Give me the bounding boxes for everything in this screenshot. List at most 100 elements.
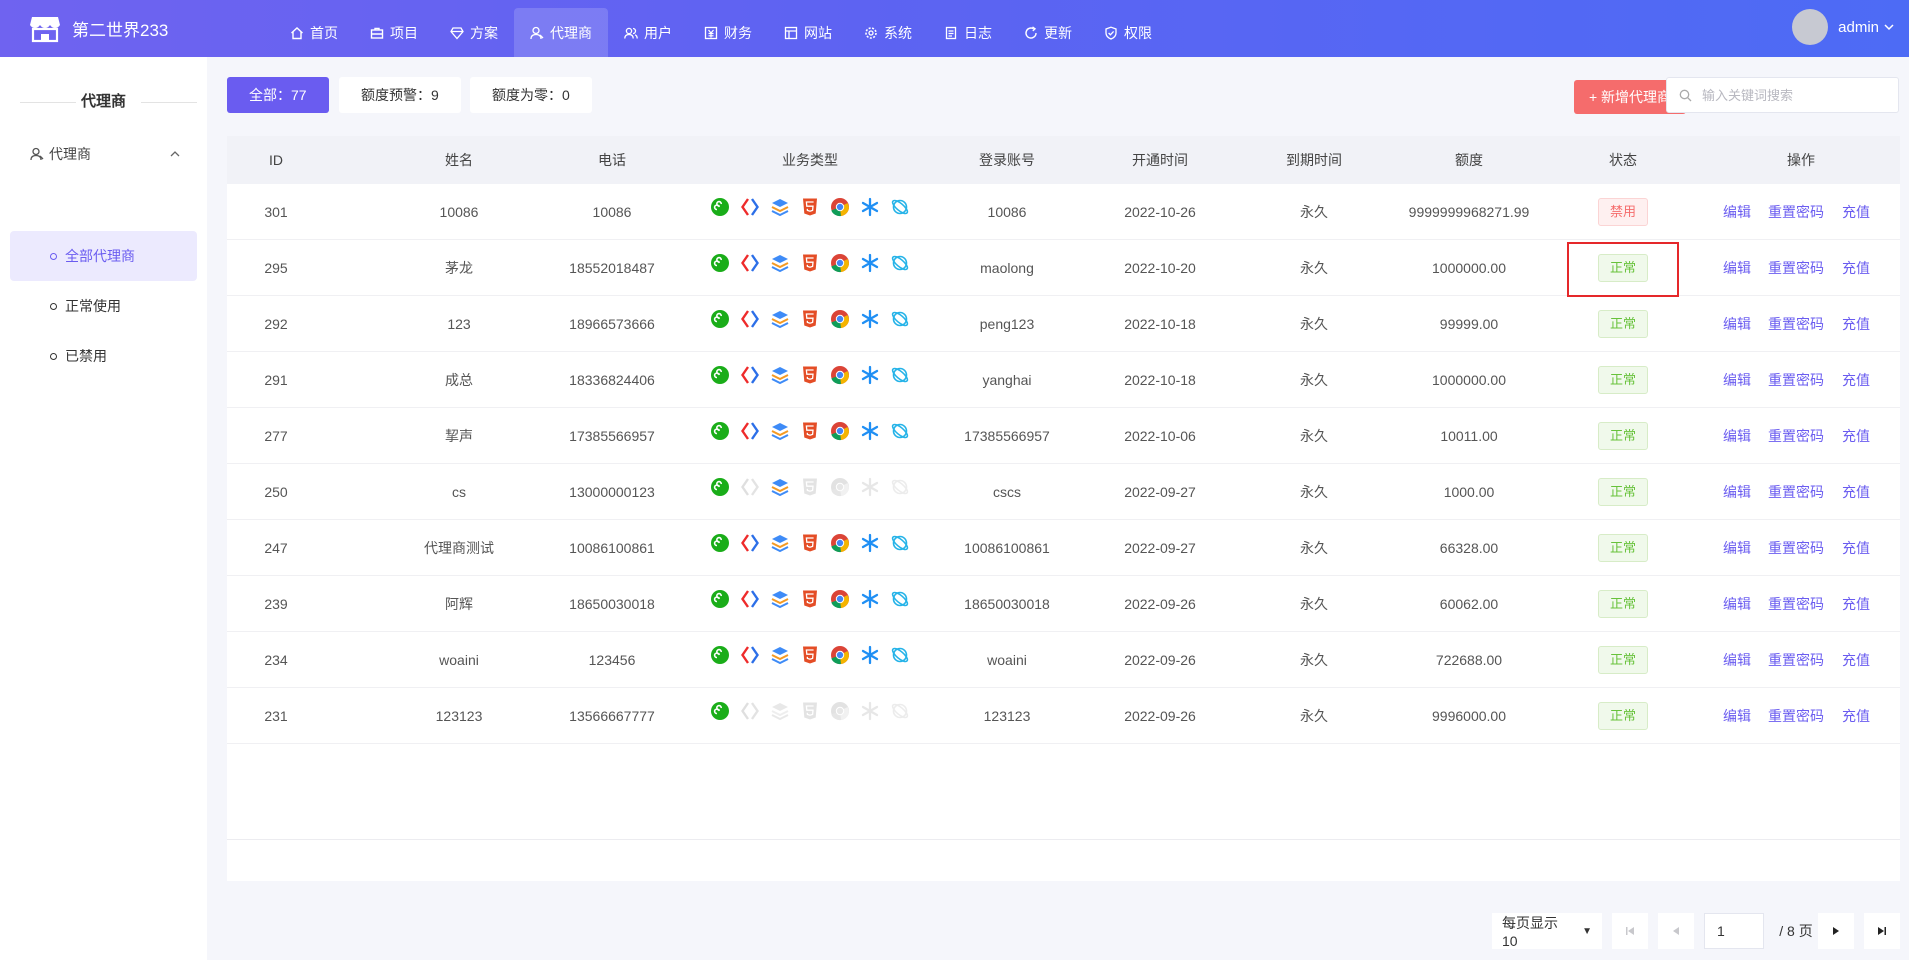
- column-header[interactable]: ID: [269, 136, 283, 184]
- nav-item-3[interactable]: 代理商: [514, 8, 608, 57]
- page-number-field[interactable]: [1704, 913, 1764, 949]
- chevron-up-icon: [170, 151, 180, 157]
- reset-password-button[interactable]: 重置密码: [1768, 688, 1824, 744]
- edit-button[interactable]: 编辑: [1723, 408, 1751, 464]
- reset-password-button[interactable]: 重置密码: [1768, 632, 1824, 688]
- recharge-button[interactable]: 充值: [1842, 632, 1870, 688]
- edit-button[interactable]: 编辑: [1723, 576, 1751, 632]
- filter-tab-1[interactable]: 额度预警：9: [339, 77, 461, 113]
- business-type-icons: [710, 477, 920, 497]
- cell-quota: 722688.00: [1435, 652, 1503, 668]
- prev-page-button[interactable]: [1658, 913, 1694, 949]
- recharge-button[interactable]: 充值: [1842, 688, 1870, 744]
- recharge-button[interactable]: 充值: [1842, 408, 1870, 464]
- filter-tab-0[interactable]: 全部：77: [227, 77, 329, 113]
- cell-expire: 永久: [1300, 260, 1328, 276]
- reset-password-button[interactable]: 重置密码: [1768, 408, 1824, 464]
- edit-button[interactable]: 编辑: [1723, 296, 1751, 352]
- filter-tab-2[interactable]: 额度为零：0: [470, 77, 592, 113]
- column-header[interactable]: 状态: [1609, 136, 1637, 184]
- recharge-button[interactable]: 充值: [1842, 184, 1870, 240]
- column-header[interactable]: 操作: [1787, 136, 1815, 184]
- cell-account: woaini: [987, 652, 1027, 668]
- nav-item-0[interactable]: 首页: [274, 8, 354, 57]
- recharge-button[interactable]: 充值: [1842, 240, 1870, 296]
- edit-button[interactable]: 编辑: [1723, 184, 1751, 240]
- miniprogram-icon: [711, 366, 729, 384]
- user-menu[interactable]: admin: [1792, 9, 1895, 45]
- search-box[interactable]: [1666, 77, 1899, 113]
- sidebar-item-2[interactable]: 已禁用: [10, 331, 197, 381]
- nav-item-4[interactable]: 用户: [608, 8, 688, 57]
- cell-open: 2022-10-06: [1124, 428, 1196, 444]
- cell-id: 277: [264, 428, 288, 444]
- table-row[interactable]: 292 123 18966573666 peng123 2022-10-18 永久 9999…: [227, 296, 1900, 352]
- sidebar-item-0[interactable]: 全部代理商: [10, 231, 197, 281]
- table-row[interactable]: 234 woaini 123456 woaini 2022-09-26 永久 722688.…: [227, 632, 1900, 688]
- cell-account: 17385566957: [964, 428, 1050, 444]
- asterisk-icon: [861, 477, 879, 497]
- column-header[interactable]: 业务类型: [782, 136, 838, 184]
- table-row[interactable]: 239 阿辉 18650030018 18650030018 2022-09-26 永久 6…: [227, 576, 1900, 632]
- avatar[interactable]: [1792, 9, 1829, 45]
- edit-button[interactable]: 编辑: [1723, 688, 1751, 744]
- table-row[interactable]: 250 cs 13000000123 cscs 2022-09-27 永久 1000.00 正…: [227, 464, 1900, 520]
- table-row[interactable]: 291 成总 18336824406 yanghai 2022-10-18 永久 10000…: [227, 352, 1900, 408]
- brand[interactable]: 第二世界233: [30, 12, 168, 44]
- reset-password-button[interactable]: 重置密码: [1768, 464, 1824, 520]
- recharge-button[interactable]: 充值: [1842, 464, 1870, 520]
- nav-item-9[interactable]: 更新: [1008, 8, 1088, 57]
- next-page-button[interactable]: [1818, 913, 1854, 949]
- nav-item-8[interactable]: 日志: [928, 8, 1008, 57]
- edit-button[interactable]: 编辑: [1723, 632, 1751, 688]
- table-row[interactable]: 247 代理商测试 10086100861 10086100861 2022-09-27…: [227, 520, 1900, 576]
- reset-password-button[interactable]: 重置密码: [1768, 576, 1824, 632]
- column-header[interactable]: 开通时间: [1132, 136, 1188, 184]
- edit-button[interactable]: 编辑: [1723, 240, 1751, 296]
- reset-password-button[interactable]: 重置密码: [1768, 240, 1824, 296]
- edit-button[interactable]: 编辑: [1723, 352, 1751, 408]
- users-icon: [624, 27, 638, 39]
- page-number-input[interactable]: [1717, 923, 1757, 939]
- sidebar-group-agents[interactable]: 代理商: [30, 139, 180, 169]
- reset-password-button[interactable]: 重置密码: [1768, 352, 1824, 408]
- column-header[interactable]: 姓名: [445, 136, 473, 184]
- nav-item-2[interactable]: 方案: [434, 8, 514, 57]
- edit-button[interactable]: 编辑: [1723, 520, 1751, 576]
- recharge-button[interactable]: 充值: [1842, 576, 1870, 632]
- recharge-button[interactable]: 充值: [1842, 296, 1870, 352]
- cell-name: 123123: [435, 708, 483, 724]
- circle-dot-icon: [50, 252, 57, 260]
- nav-item-5[interactable]: 财务: [688, 8, 768, 57]
- column-header[interactable]: 电话: [598, 136, 626, 184]
- page-size-select[interactable]: 每页显示 10 ▼: [1492, 913, 1602, 949]
- reset-password-button[interactable]: 重置密码: [1768, 520, 1824, 576]
- reset-password-button[interactable]: 重置密码: [1768, 184, 1824, 240]
- table-row[interactable]: 231 123123 13566667777 123123 2022-09-26 永久 99…: [227, 688, 1900, 744]
- recharge-button[interactable]: 充值: [1842, 520, 1870, 576]
- code-icon: [741, 590, 759, 608]
- table-row[interactable]: 277 挈声 17385566957 17385566957 2022-10-06 永久 1…: [227, 408, 1900, 464]
- cell-open: 2022-10-18: [1124, 316, 1196, 332]
- column-header[interactable]: 登录账号: [979, 136, 1035, 184]
- search-input[interactable]: [1702, 87, 1882, 103]
- nav-item-7[interactable]: 系统: [848, 8, 928, 57]
- planet-icon: [891, 311, 909, 327]
- table-row[interactable]: 301 10086 10086 10086 2022-10-26 永久 9999999968…: [227, 184, 1900, 240]
- nav-item-1[interactable]: 项目: [354, 8, 434, 57]
- reset-password-button[interactable]: 重置密码: [1768, 296, 1824, 352]
- last-page-button[interactable]: [1864, 913, 1900, 949]
- nav-item-6[interactable]: 网站: [768, 8, 848, 57]
- sidebar-item-1[interactable]: 正常使用: [10, 281, 197, 331]
- recharge-button[interactable]: 充值: [1842, 352, 1870, 408]
- nav-item-10[interactable]: 权限: [1088, 8, 1168, 57]
- cell-phone: 13000000123: [569, 484, 655, 500]
- html5-icon: [803, 478, 817, 496]
- edit-button[interactable]: 编辑: [1723, 464, 1751, 520]
- file-icon: [945, 26, 957, 39]
- cell-phone: 18336824406: [569, 372, 655, 388]
- column-header[interactable]: 到期时间: [1286, 136, 1342, 184]
- first-page-button[interactable]: [1612, 913, 1648, 949]
- column-header[interactable]: 额度: [1455, 136, 1483, 184]
- business-type-icons: [710, 365, 920, 385]
